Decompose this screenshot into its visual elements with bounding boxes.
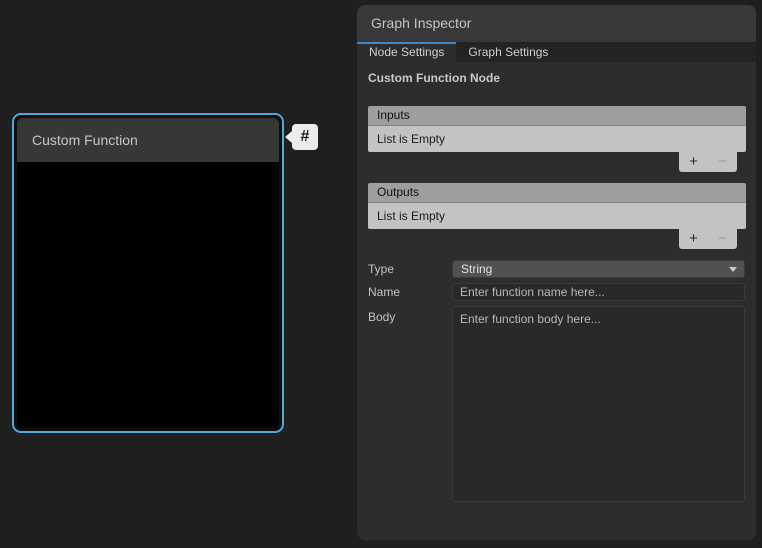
outputs-list: Outputs List is Empty + − bbox=[368, 183, 746, 249]
outputs-list-header: Outputs bbox=[368, 183, 746, 203]
inputs-remove-button[interactable]: − bbox=[708, 152, 737, 172]
type-label: Type bbox=[368, 260, 448, 278]
type-dropdown[interactable]: String bbox=[452, 260, 745, 278]
tab-node-settings[interactable]: Node Settings bbox=[357, 42, 456, 62]
inputs-footer-buttons: + − bbox=[679, 152, 737, 172]
inputs-add-button[interactable]: + bbox=[679, 152, 708, 172]
hash-icon: # bbox=[301, 128, 310, 145]
inspector-tabbar: Node Settings Graph Settings bbox=[357, 42, 756, 62]
badge-tail-icon bbox=[285, 131, 292, 143]
type-dropdown-value: String bbox=[461, 262, 492, 276]
outputs-list-footer: + − bbox=[368, 229, 746, 249]
node-preview-area bbox=[17, 162, 279, 428]
inputs-list-header: Inputs bbox=[368, 106, 746, 126]
name-label: Name bbox=[368, 283, 448, 301]
function-name-input[interactable] bbox=[452, 283, 745, 301]
tab-graph-settings[interactable]: Graph Settings bbox=[456, 42, 560, 62]
outputs-empty-row: List is Empty bbox=[368, 203, 746, 229]
inputs-list: Inputs List is Empty + − bbox=[368, 106, 746, 172]
node-title[interactable]: Custom Function bbox=[17, 118, 279, 162]
graph-inspector-panel: Graph Inspector Node Settings Graph Sett… bbox=[357, 5, 756, 540]
chevron-down-icon bbox=[729, 267, 737, 272]
panel-title: Graph Inspector bbox=[357, 5, 756, 42]
inputs-list-footer: + − bbox=[368, 152, 746, 172]
body-label: Body bbox=[368, 308, 448, 326]
section-title: Custom Function Node bbox=[368, 71, 500, 85]
function-body-textarea[interactable] bbox=[452, 306, 745, 502]
outputs-add-button[interactable]: + bbox=[679, 229, 708, 249]
custom-function-node[interactable]: Custom Function bbox=[12, 113, 284, 433]
inputs-empty-row: List is Empty bbox=[368, 126, 746, 152]
outputs-footer-buttons: + − bbox=[679, 229, 737, 249]
node-preview-badge[interactable]: # bbox=[292, 124, 318, 150]
panel-header: Graph Inspector bbox=[357, 5, 756, 42]
outputs-remove-button[interactable]: − bbox=[708, 229, 737, 249]
